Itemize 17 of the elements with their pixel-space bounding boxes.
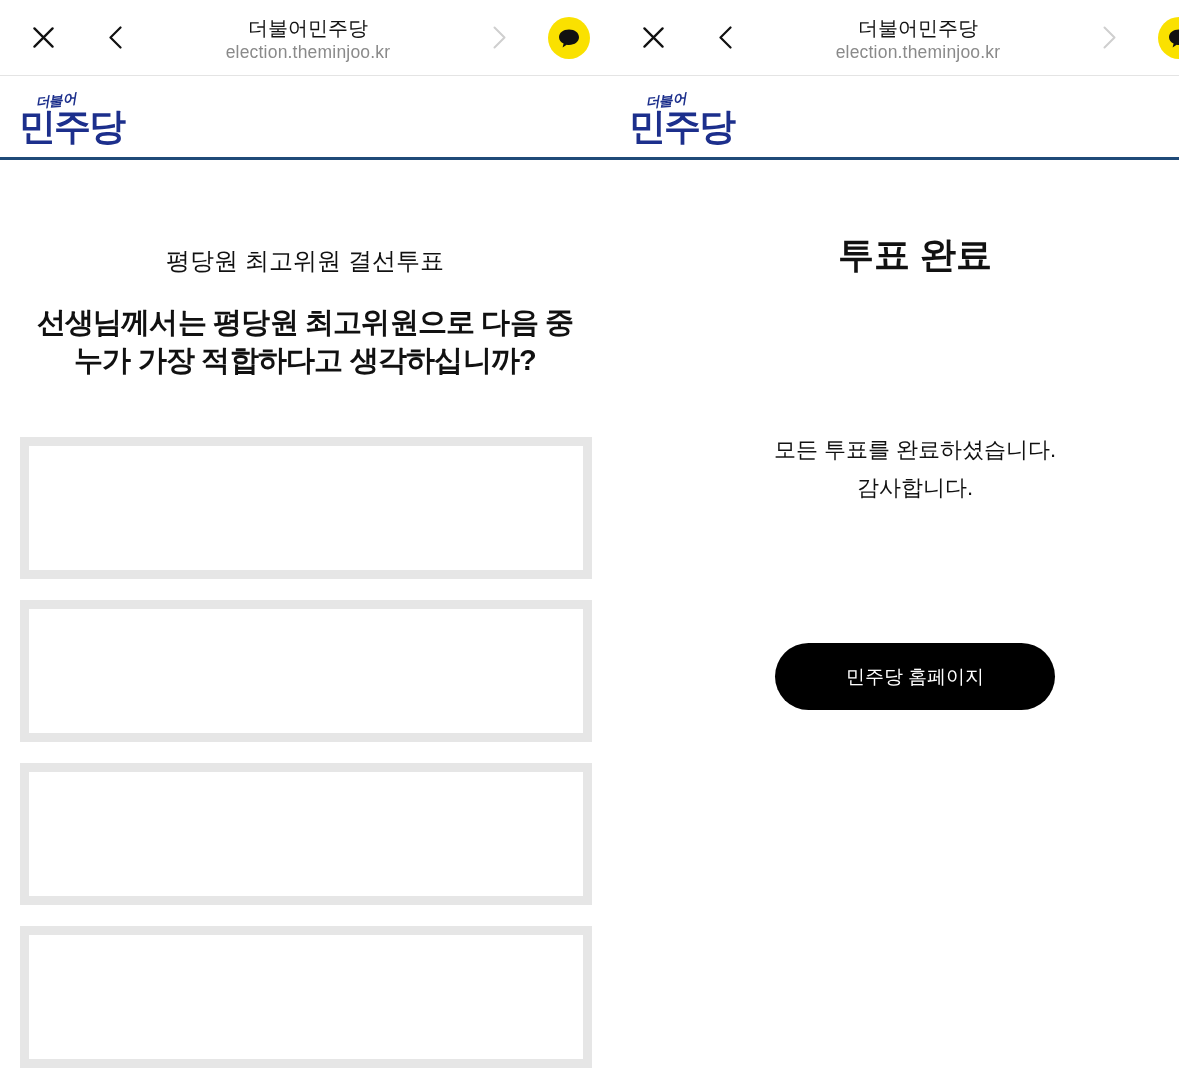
- logo-script-text: 더불어: [34, 90, 78, 110]
- homepage-button[interactable]: 민주당 홈페이지: [775, 643, 1055, 710]
- completion-heading: 투표 완료: [838, 233, 992, 277]
- back-icon[interactable]: [108, 26, 122, 49]
- completion-message: 모든 투표를 완료하셨습니다. 감사합니다.: [773, 436, 1057, 502]
- question-text: 선생님께서는 평당원 최고위원으로 다음 중 누가 가장 적합하다고 생각하십니까?: [36, 305, 574, 378]
- chat-bubble-icon[interactable]: [1158, 16, 1179, 59]
- url-text: election.theminjoo.kr: [835, 40, 1001, 63]
- back-icon[interactable]: [718, 26, 732, 49]
- close-icon[interactable]: [642, 27, 664, 48]
- url-text: election.theminjoo.kr: [225, 40, 391, 63]
- close-icon[interactable]: [32, 27, 54, 48]
- logo-script-text: 더불어: [644, 90, 688, 110]
- page-title: 더불어민주당: [248, 15, 368, 41]
- ballot-subtitle: 평당원 최고위원 결선투표: [166, 246, 444, 276]
- chat-bubble-icon[interactable]: [548, 16, 590, 59]
- page-title: 더불어민주당: [858, 15, 978, 41]
